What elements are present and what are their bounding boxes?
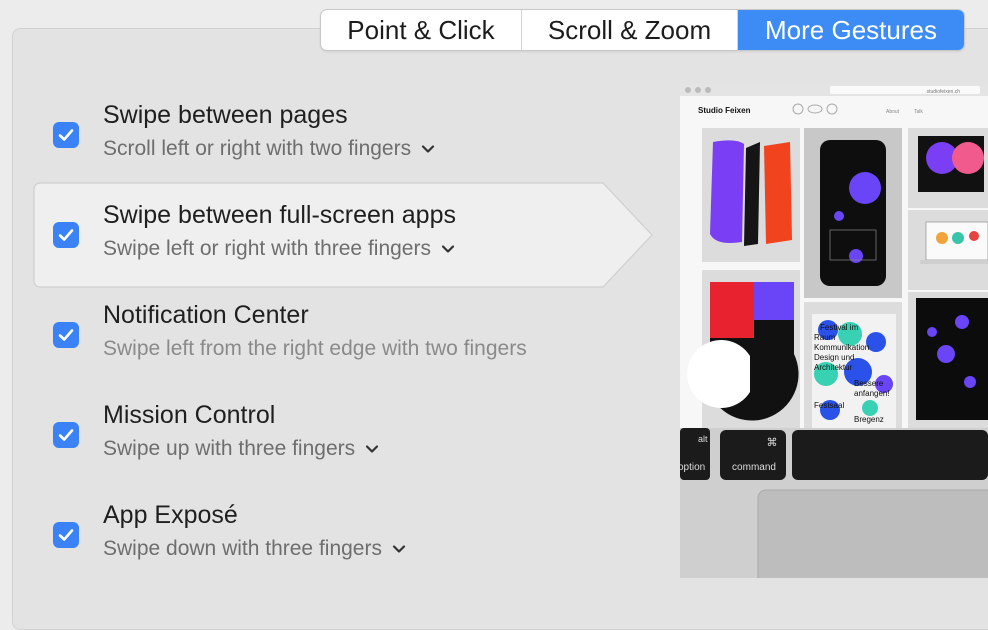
gesture-option-menu[interactable]: Swipe left or right with three fingers — [103, 237, 455, 261]
gesture-subtitle: Scroll left or right with two fingers — [103, 137, 412, 160]
tab-point-and-click[interactable]: Point & Click — [321, 10, 522, 50]
chevron-down-icon — [422, 145, 435, 154]
site-url: studiofeixen.ch — [927, 89, 961, 95]
gesture-tab-bar: Point & Click Scroll & Zoom More Gesture… — [320, 9, 965, 51]
gesture-row-swipe-pages[interactable]: Swipe between pages Scroll left or right… — [33, 92, 648, 192]
command-key-label: command — [732, 462, 776, 473]
gesture-preview-illustration: studiofeixen.ch Studio Feixen About Talk — [680, 84, 988, 578]
gesture-title: Swipe between pages — [103, 101, 348, 129]
tab-more-gestures[interactable]: More Gestures — [738, 10, 964, 50]
poster-text: Raum — [814, 333, 836, 342]
gesture-subtitle: Swipe down with three fingers — [103, 537, 382, 560]
option-key-label: option — [680, 462, 705, 473]
gesture-subtitle: Swipe left or right with three fingers — [103, 237, 431, 260]
checkmark-icon — [58, 229, 74, 241]
site-nav-item: About — [886, 109, 900, 115]
poster-text: Architektur — [814, 363, 853, 372]
tab-scroll-and-zoom[interactable]: Scroll & Zoom — [522, 10, 738, 50]
chevron-down-icon — [392, 545, 406, 554]
checkbox-mission-control[interactable] — [53, 422, 79, 448]
gesture-title: Mission Control — [103, 401, 276, 429]
alt-key-label: alt — [698, 434, 708, 444]
gesture-title: Notification Center — [103, 301, 309, 329]
checkbox-swipe-pages[interactable] — [53, 122, 79, 148]
gesture-title: Swipe between full-screen apps — [103, 201, 456, 229]
chevron-down-icon — [441, 245, 455, 254]
poster-text: anfangen! — [854, 389, 890, 398]
checkmark-icon — [58, 129, 74, 141]
poster-text: Design und — [814, 353, 854, 362]
gesture-subtitle: Swipe left from the right edge with two … — [103, 337, 527, 360]
gesture-option-menu[interactable]: Scroll left or right with two fingers — [103, 137, 435, 161]
poster-text: Bessere — [854, 379, 884, 388]
gesture-subtitle: Swipe up with three fingers — [103, 437, 356, 460]
checkmark-icon — [58, 429, 74, 441]
selection-highlight — [33, 182, 653, 288]
chevron-down-icon — [366, 445, 379, 454]
gesture-option-menu[interactable]: Swipe up with three fingers — [103, 437, 379, 461]
site-nav-item: Talk — [914, 109, 923, 115]
poster-text: Bregenz — [854, 415, 884, 424]
checkmark-icon — [58, 529, 74, 541]
command-key-symbol: ⌘ — [767, 436, 778, 449]
gesture-title: App Exposé — [103, 501, 238, 529]
gesture-row-swipe-fullscreen-apps[interactable]: Swipe between full-screen apps Swipe lef… — [33, 182, 653, 288]
checkbox-app-expose[interactable] — [53, 522, 79, 548]
gesture-option-menu[interactable]: Swipe down with three fingers — [103, 537, 406, 561]
gesture-row-notification-center[interactable]: Notification Center Swipe left from the … — [33, 292, 648, 392]
gesture-preview: studiofeixen.ch Studio Feixen About Talk — [680, 84, 988, 578]
checkmark-icon — [58, 329, 74, 341]
poster-text: Festsaal — [814, 401, 844, 410]
poster-text: Festival im — [820, 323, 859, 332]
poster-text: Kommunikation — [814, 343, 869, 352]
checkbox-swipe-fullscreen-apps[interactable] — [53, 222, 79, 248]
gesture-row-mission-control[interactable]: Mission Control Swipe up with three fing… — [33, 392, 648, 492]
site-name: Studio Feixen — [698, 106, 751, 115]
checkbox-notification-center[interactable] — [53, 322, 79, 348]
gesture-row-app-expose[interactable]: App Exposé Swipe down with three fingers — [33, 492, 648, 592]
